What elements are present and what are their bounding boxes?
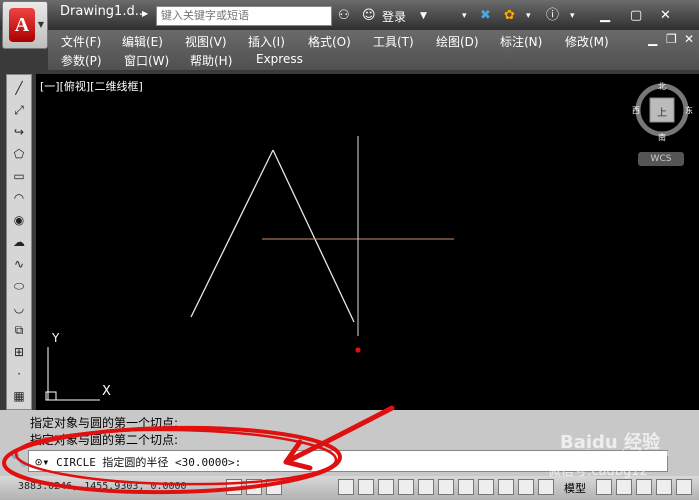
document-list-arrow-icon[interactable]: ▶ [142, 9, 148, 18]
polyline-icon[interactable]: ↪ [10, 123, 28, 141]
construction-line-icon[interactable]: ⤢ [10, 101, 28, 119]
close-icon[interactable]: ✕ [660, 7, 671, 25]
apps-dropdown-icon[interactable]: ▾ [526, 7, 531, 25]
menu-insert[interactable]: 插入(I) [248, 33, 285, 50]
menu-modify[interactable]: 修改(M) [565, 33, 609, 50]
polygon-icon[interactable]: ⬠ [10, 145, 28, 163]
ortho-icon[interactable] [338, 479, 354, 495]
command-recent-icon[interactable]: ⊙▾ [35, 455, 49, 469]
quick-view-drawings-icon[interactable] [636, 479, 652, 495]
make-block-icon[interactable]: ⊞ [10, 343, 28, 361]
doc-restore-icon[interactable]: ❐ [666, 32, 677, 46]
drawing-area[interactable]: [一][俯视][二维线框] Y X 北 东 南 西 上 WCS [36, 74, 699, 410]
application-menu-button[interactable]: A ▼ [2, 1, 48, 49]
menu-draw[interactable]: 绘图(D) [436, 33, 479, 50]
login-button[interactable]: 登录 [382, 8, 406, 25]
wcs-menu-button[interactable]: WCS [638, 152, 684, 166]
menu-parametric[interactable]: 参数(P) [61, 52, 102, 69]
status-bar: 3883.0246, 1455.9303, 0.0000 模型 [0, 476, 699, 500]
command-prompt: CIRCLE 指定圆的半径 <30.0000>: [56, 456, 242, 469]
viewcube-top-face[interactable]: 上 [657, 104, 667, 119]
autocad-logo-icon: A [9, 8, 35, 42]
snap-mode-icon[interactable] [246, 479, 262, 495]
exchange-icon[interactable]: ✖ [480, 7, 491, 25]
chevron-down-icon: ▼ [37, 20, 44, 29]
menu-edit[interactable]: 编辑(E) [122, 33, 163, 50]
menu-view[interactable]: 视图(V) [185, 33, 227, 50]
drawn-line-right[interactable] [272, 149, 355, 323]
menu-tools[interactable]: 工具(T) [373, 33, 414, 50]
maximize-icon[interactable]: ▢ [630, 7, 642, 25]
menu-dimension[interactable]: 标注(N) [500, 33, 542, 50]
doc-close-icon[interactable]: ✕ [684, 32, 694, 46]
object-snap-tracking-icon[interactable] [418, 479, 434, 495]
search-input[interactable] [156, 6, 332, 26]
hatch-icon[interactable]: ▦ [10, 387, 28, 405]
circle-icon[interactable]: ◉ [10, 211, 28, 229]
ucs-y-label: Y [51, 331, 60, 345]
revision-cloud-icon[interactable]: ☁ [10, 233, 28, 251]
lineweight-icon[interactable] [478, 479, 494, 495]
allow-ucs-icon[interactable] [438, 479, 454, 495]
menu-format[interactable]: 格式(O) [308, 33, 351, 50]
workspace-switch-icon[interactable] [676, 479, 692, 495]
layout-icon[interactable] [596, 479, 612, 495]
grid-display-icon[interactable] [266, 479, 282, 495]
compass-south[interactable]: 南 [658, 132, 666, 143]
command-history-line: 指定对象与圆的第一个切点: [30, 416, 179, 430]
apps-icon[interactable]: ✿ [504, 7, 515, 25]
dynamic-input-icon[interactable] [458, 479, 474, 495]
snap-point-marker [355, 347, 361, 353]
menu-bar: 文件(F) 编辑(E) 视图(V) 插入(I) 格式(O) 工具(T) 绘图(D… [48, 30, 699, 70]
rectangle-icon[interactable]: ▭ [10, 167, 28, 185]
help-dropdown-icon[interactable]: ▾ [570, 7, 575, 25]
login-dropdown-icon[interactable]: ▼ [420, 7, 427, 25]
spline-icon[interactable]: ∿ [10, 255, 28, 273]
binoculars-icon[interactable]: ⚇ [338, 7, 350, 25]
draw-toolbar: ╱ ⤢ ↪ ⬠ ▭ ◠ ◉ ☁ ∿ ⬭ ◡ ⧉ ⊞ · ▦ [6, 74, 32, 410]
menu-window[interactable]: 窗口(W) [124, 52, 169, 69]
compass-east[interactable]: 东 [685, 105, 693, 116]
title-bar: Drawing1.d... ▶ ⚇ ☺ 登录 ▼ ▾ ✖ ✿ ▾ ⓘ ▾ ▁ ▢… [0, 0, 699, 30]
line-icon[interactable]: ╱ [10, 79, 28, 97]
3d-osnap-icon[interactable] [398, 479, 414, 495]
compass-west[interactable]: 西 [632, 105, 640, 116]
menu-file[interactable]: 文件(F) [61, 33, 101, 50]
infer-constraints-icon[interactable] [226, 479, 242, 495]
doc-minimize-icon[interactable]: ▁ [648, 32, 657, 46]
insert-block-icon[interactable]: ⧉ [10, 321, 28, 339]
user-icon[interactable]: ☺ [362, 7, 376, 25]
wechat-watermark: 微信号:cadbg12 [548, 464, 648, 479]
ucs-icon: Y X [45, 331, 111, 401]
transparency-icon[interactable] [498, 479, 514, 495]
customize-icon[interactable]: 🔧 [10, 452, 27, 468]
ellipse-arc-icon[interactable]: ◡ [10, 299, 28, 317]
ucs-x-label: X [102, 384, 111, 399]
point-icon[interactable]: · [10, 365, 28, 383]
compass-north[interactable]: 北 [658, 81, 666, 92]
selection-cycling-icon[interactable] [538, 479, 554, 495]
chevron-down-icon[interactable]: ▾ [462, 7, 467, 25]
menu-express[interactable]: Express [256, 52, 303, 66]
baidu-watermark-url: jingyan.baidu.com [586, 449, 670, 459]
arc-icon[interactable]: ◠ [10, 189, 28, 207]
command-history-line: 指定对象与圆的第二个切点: [30, 433, 179, 447]
object-snap-icon[interactable] [378, 479, 394, 495]
minimize-icon[interactable]: ▁ [600, 7, 610, 25]
drawn-line-left[interactable] [190, 149, 274, 318]
drawing-canvas[interactable]: Y X [36, 74, 699, 410]
coordinate-readout[interactable]: 3883.0246, 1455.9303, 0.0000 [18, 481, 187, 492]
menu-help[interactable]: 帮助(H) [190, 52, 232, 69]
quick-view-icon[interactable] [616, 479, 632, 495]
help-icon[interactable]: ⓘ [546, 7, 559, 25]
document-title: Drawing1.d... [60, 4, 148, 19]
annotation-scale-icon[interactable] [656, 479, 672, 495]
ellipse-icon[interactable]: ⬭ [10, 277, 28, 295]
quick-properties-icon[interactable] [518, 479, 534, 495]
model-space-button[interactable]: 模型 [564, 480, 586, 496]
polar-tracking-icon[interactable] [358, 479, 374, 495]
